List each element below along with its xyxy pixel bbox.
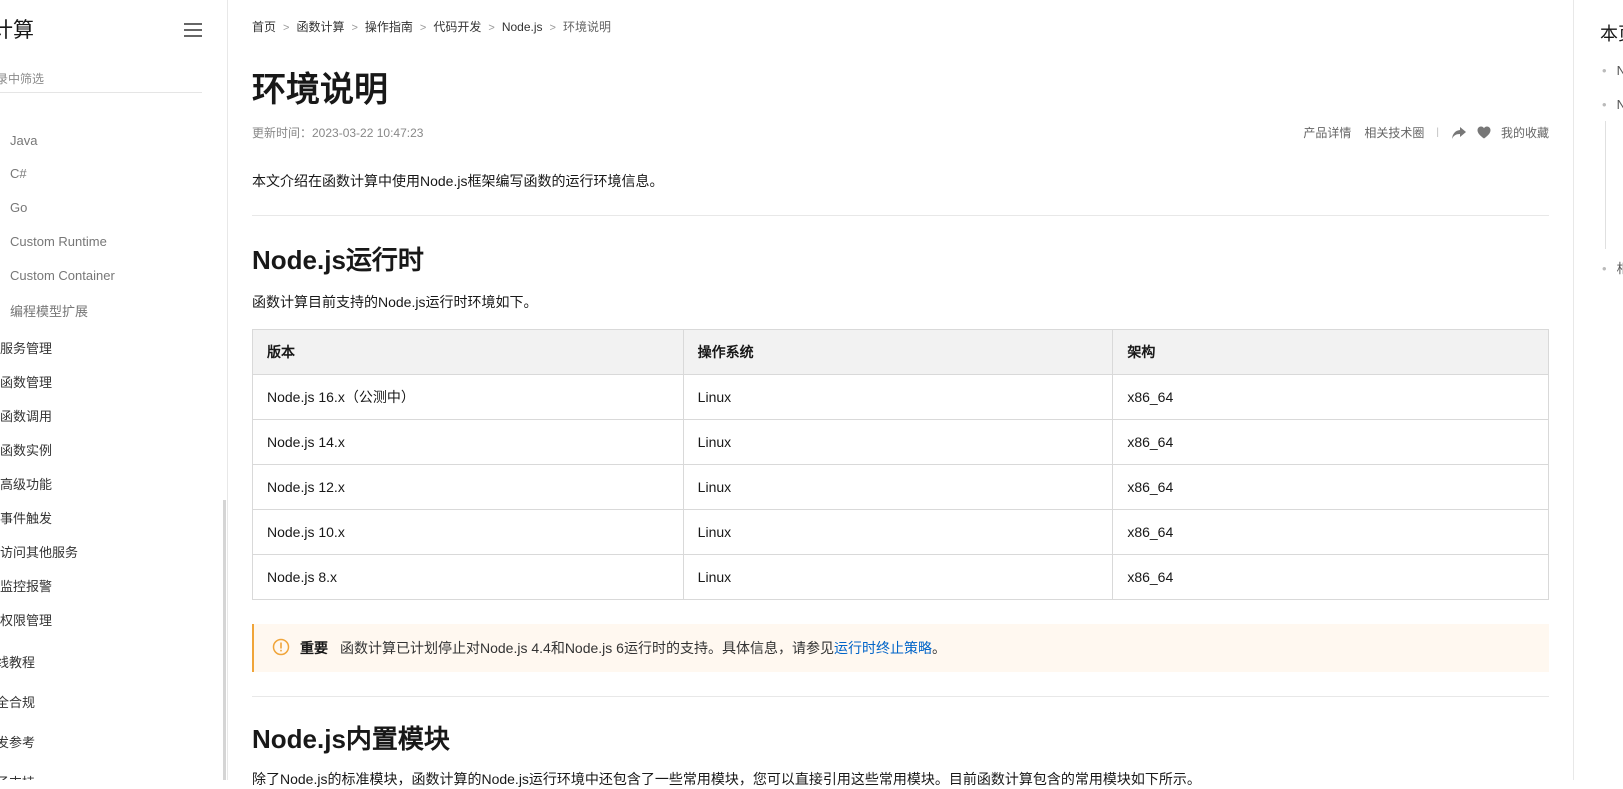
runtime-table: 版本 操作系统 架构 Node.js 16.x（公测中） Linux x86_6… (252, 329, 1549, 600)
sidebar-item-permission-management[interactable]: 权限管理 (0, 610, 52, 629)
sidebar-item-security-compliance[interactable]: 全合规 (0, 692, 35, 711)
sidebar-item-custom-runtime[interactable]: Custom Runtime (10, 234, 107, 249)
sidebar-item-dev-reference[interactable]: 发参考 (0, 732, 35, 751)
section-description: 函数计算目前支持的Node.js运行时环境如下。 (252, 294, 538, 310)
section-heading-nodejs-builtin-modules: Node.js内置模块 (252, 724, 450, 754)
runtime-termination-policy-link[interactable]: 运行时终止策略 (834, 638, 932, 658)
chevron-right-icon: > (351, 22, 358, 34)
table-row: Node.js 12.x Linux x86_64 (252, 464, 1549, 510)
table-cell: Linux (682, 509, 1114, 555)
table-row: Node.js 10.x Linux x86_64 (252, 509, 1549, 555)
toc-sidebar: 本页 N N 相 (1573, 0, 1623, 780)
sidebar-item-programming-model[interactable]: 编程模型扩展 (10, 301, 88, 320)
page-actions: 产品详情 相关技术圈 | 我的收藏 (1303, 124, 1549, 141)
breadcrumb-nodejs[interactable]: Node.js (502, 20, 543, 34)
table-cell: x86_64 (1112, 374, 1549, 420)
table-cell: Node.js 16.x（公测中） (252, 374, 684, 420)
section-description: 除了Node.js的标准模块，函数计算的Node.js运行环境中还包含了一些常用… (252, 771, 1201, 787)
table-row: Node.js 14.x Linux x86_64 (252, 419, 1549, 465)
breadcrumb-code-development[interactable]: 代码开发 (433, 20, 481, 34)
breadcrumb-function-compute[interactable]: 函数计算 (296, 20, 344, 34)
notice-label: 重要 (300, 640, 328, 656)
sidebar-item-go[interactable]: Go (10, 200, 27, 215)
sidebar-item-function-invocation[interactable]: 函数调用 (0, 406, 52, 425)
divider (252, 215, 1549, 216)
column-header-arch: 架构 (1112, 329, 1549, 375)
table-row: Node.js 16.x（公测中） Linux x86_64 (252, 374, 1549, 420)
warning-icon (272, 638, 290, 659)
sidebar-title: 计算 (0, 19, 34, 42)
sidebar-item-custom-container[interactable]: Custom Container (10, 268, 115, 283)
left-sidebar: 计算 Java C# Go Custom Runtime Custom Cont… (0, 0, 228, 780)
menu-icon[interactable] (184, 23, 202, 37)
sidebar-item-tutorials[interactable]: 线教程 (0, 652, 35, 671)
column-header-os: 操作系统 (682, 329, 1114, 375)
sidebar-item-access-other-services[interactable]: 访问其他服务 (0, 542, 78, 561)
important-notice: 重要 函数计算已计划停止对Node.js 4.4和Node.js 6运行时的支持… (252, 624, 1549, 672)
toc-title: 本页 (1600, 24, 1623, 44)
sidebar-item-csharp[interactable]: C# (10, 166, 27, 181)
breadcrumb-current: 环境说明 (562, 20, 611, 34)
sidebar-item-monitoring-alerts[interactable]: 监控报警 (0, 576, 52, 595)
notice-text: 函数计算已计划停止对Node.js 4.4和Node.js 6运行时的支持。具体… (340, 640, 834, 656)
table-cell: Node.js 8.x (252, 554, 684, 600)
divider (252, 696, 1549, 697)
heart-icon[interactable] (1477, 126, 1491, 139)
sidebar-item-function-management[interactable]: 函数管理 (0, 372, 52, 391)
sidebar-item-advanced-features[interactable]: 高级功能 (0, 474, 52, 493)
table-cell: Linux (682, 464, 1114, 510)
sidebar-item-java[interactable]: Java (10, 133, 37, 148)
toc-item[interactable]: N (1602, 97, 1623, 112)
table-row: Node.js 8.x Linux x86_64 (252, 554, 1549, 600)
table-cell: x86_64 (1112, 509, 1549, 555)
notice-end: 。 (931, 640, 946, 656)
breadcrumb: 首页 > 函数计算 > 操作指南 > 代码开发 > Node.js > 环境说明 (252, 18, 611, 35)
table-cell: Linux (682, 419, 1114, 465)
table-cell: Node.js 12.x (252, 464, 684, 510)
chevron-right-icon: > (419, 22, 427, 34)
table-cell: x86_64 (1112, 464, 1549, 510)
sidebar-item-event-triggers[interactable]: 事件触发 (0, 508, 52, 527)
table-cell: Linux (682, 374, 1114, 420)
product-detail-link[interactable]: 产品详情 (1303, 124, 1351, 141)
table-cell: Linux (682, 554, 1114, 600)
favorites-link[interactable]: 我的收藏 (1501, 124, 1549, 141)
page-title: 环境说明 (252, 71, 388, 109)
chevron-right-icon: > (283, 22, 290, 34)
table-cell: Node.js 10.x (252, 509, 684, 555)
tech-circle-link[interactable]: 相关技术圈 (1364, 124, 1424, 141)
sidebar-item-service-management[interactable]: 服务管理 (0, 338, 52, 357)
breadcrumb-operation-guide[interactable]: 操作指南 (365, 20, 413, 34)
table-cell: Node.js 14.x (252, 419, 684, 465)
update-time: 更新时间：2023-03-22 10:47:23 (252, 126, 424, 140)
toc-item[interactable]: N (1602, 63, 1623, 78)
chevron-right-icon: > (488, 22, 495, 34)
table-cell: x86_64 (1112, 419, 1549, 465)
column-header-version: 版本 (252, 329, 684, 375)
sidebar-scrollbar[interactable] (223, 500, 226, 780)
section-heading-nodejs-runtime: Node.js运行时 (252, 245, 424, 275)
sidebar-item-function-instances[interactable]: 函数实例 (0, 440, 52, 459)
table-cell: x86_64 (1112, 554, 1549, 600)
chevron-right-icon: > (549, 22, 556, 34)
sidebar-filter-input[interactable] (0, 66, 202, 93)
toc-item[interactable]: 相 (1602, 258, 1623, 277)
intro-text: 本文介绍在函数计算中使用Node.js框架编写函数的运行环境信息。 (252, 173, 664, 189)
table-header-row: 版本 操作系统 架构 (252, 329, 1549, 375)
toc-sub-divider (1605, 121, 1606, 249)
share-icon[interactable] (1451, 126, 1467, 140)
sidebar-item-support[interactable]: 子支持 (0, 772, 35, 780)
breadcrumb-home[interactable]: 首页 (252, 20, 276, 34)
action-separator: | (1436, 127, 1439, 138)
